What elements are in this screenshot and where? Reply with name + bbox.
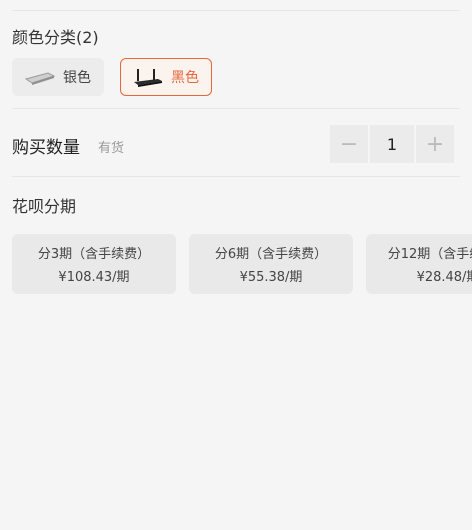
color-options: 银色 黑色 [12, 58, 212, 96]
increase-quantity-button[interactable]: + [416, 125, 454, 163]
decrease-quantity-button[interactable]: − [330, 125, 368, 163]
plan-term: 分3期（含手续费） [37, 247, 151, 262]
installment-section-title: 花呗分期 [12, 197, 77, 216]
plan-amount: ¥108.43/期 [58, 270, 130, 285]
color-option-label: 银色 [63, 70, 91, 86]
quantity-label: 购买数量 [12, 138, 80, 158]
plan-term: 分6期（含手续费） [214, 247, 328, 262]
color-option-black[interactable]: 黑色 [120, 58, 212, 96]
installment-plans: 分3期（含手续费） ¥108.43/期 分6期（含手续费） ¥55.38/期 分… [12, 234, 472, 294]
stock-status: 有货 [98, 141, 125, 156]
color-option-label: 黑色 [171, 70, 199, 86]
divider [12, 10, 460, 11]
color-section-title: 颜色分类(2) [12, 28, 99, 47]
black-router-thumbnail-icon [131, 65, 165, 89]
silver-router-thumbnail-icon [23, 65, 57, 89]
plan-amount: ¥55.38/期 [239, 270, 303, 285]
installment-plan-3[interactable]: 分3期（含手续费） ¥108.43/期 [12, 234, 176, 294]
product-options-panel: 颜色分类(2) 银色 黑色 购买数量 有货 − 1 + 花呗分期 分3期（含手续… [0, 0, 472, 530]
divider [12, 108, 460, 109]
installment-plan-12[interactable]: 分12期（含手续费） ¥28.48/期 [366, 234, 472, 294]
color-option-silver[interactable]: 银色 [12, 58, 104, 96]
plan-amount: ¥28.48/期 [416, 270, 472, 285]
installment-plan-6[interactable]: 分6期（含手续费） ¥55.38/期 [189, 234, 353, 294]
quantity-value[interactable]: 1 [370, 125, 414, 163]
quantity-stepper: − 1 + [330, 125, 454, 163]
divider [12, 176, 460, 177]
plan-term: 分12期（含手续费） [387, 247, 472, 262]
